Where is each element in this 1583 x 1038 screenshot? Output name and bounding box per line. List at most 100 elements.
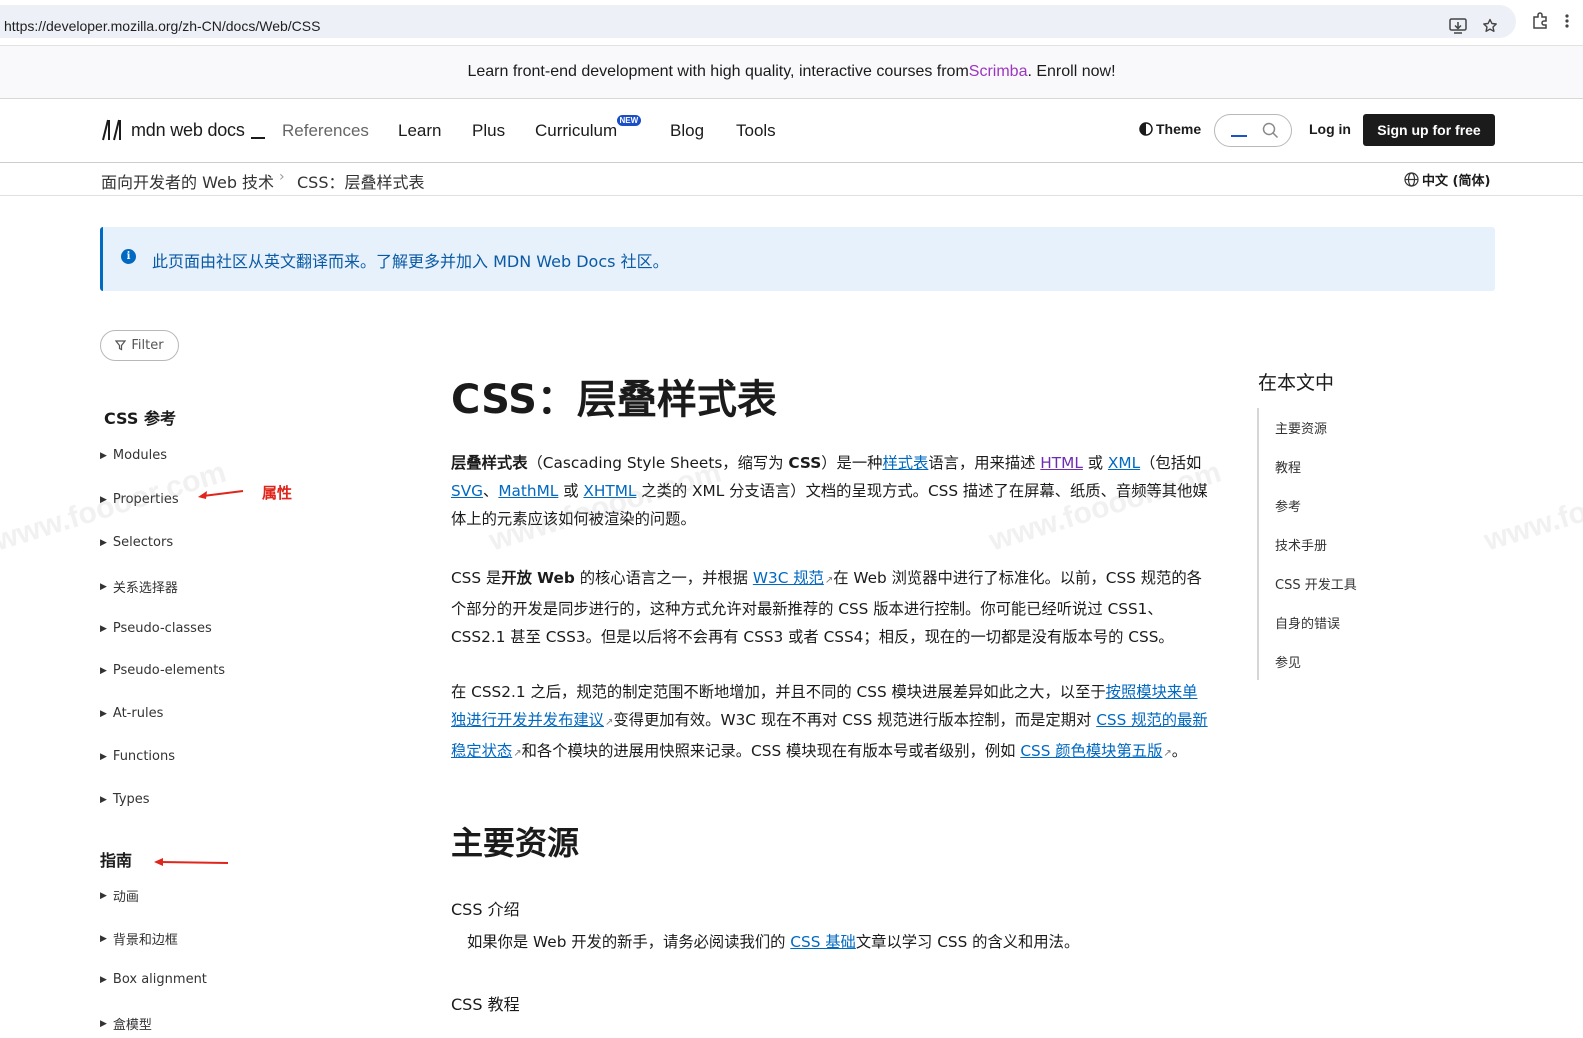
sidebar-item-label: Box alignment [112, 972, 207, 987]
language-switcher[interactable]: 中文 (简体) [1404, 170, 1490, 189]
sidebar-item[interactable]: ▶ Properties [100, 492, 179, 507]
language-label: 中文 (简体) [1422, 174, 1491, 189]
expand-triangle-icon: ▶ [100, 450, 107, 461]
article-paragraph-1: 层叠样式表（Cascading Style Sheets，缩写为 CSS）是一种… [451, 454, 1208, 528]
page-title: CSS：层叠样式表 [451, 377, 777, 423]
expand-triangle-icon: ▶ [100, 623, 107, 634]
article-paragraph-2: CSS 是开放 Web 的核心语言之一，并根据 W3C 规范↗在 Web 浏览器… [451, 569, 1202, 646]
sidebar-section-guides: 指南 [100, 851, 133, 870]
breadcrumb-item-css[interactable]: CSS：层叠样式表 [297, 169, 425, 193]
link-mathml[interactable]: MathML [498, 482, 558, 500]
sidebar-filter-button[interactable]: Filter [100, 330, 179, 361]
nav-curriculum-label: Curriculum [535, 121, 618, 140]
more-icon[interactable] [1562, 11, 1572, 31]
breadcrumb-item-web[interactable]: 面向开发者的 Web 技术 [101, 169, 274, 193]
sidebar-item[interactable]: ▶ 盒模型 [100, 1014, 152, 1033]
logo-text: mdn web docs [131, 119, 245, 140]
toc-item[interactable]: 教程 [1275, 457, 1301, 476]
expand-triangle-icon: ▶ [100, 751, 107, 762]
expand-triangle-icon: ▶ [100, 1018, 107, 1029]
translation-notice: i 此页面由社区从英文翻译而来。了解更多并加入 MDN Web Docs 社区。 [100, 227, 1495, 291]
resource-description-intro: 如果你是 Web 开发的新手，请务必阅读我们的 CSS 基础文章以学习 CSS … [467, 933, 1080, 951]
expand-triangle-icon: ▶ [100, 974, 107, 985]
sidebar-item[interactable]: ▶ Modules [100, 448, 167, 463]
toc-item[interactable]: 主要资源 [1275, 418, 1327, 437]
browser-toolbar: https://developer.mozilla.org/zh-CN/docs… [0, 0, 1583, 45]
logo-cursor [250, 137, 265, 139]
resource-term-intro: CSS 介绍 [451, 900, 520, 919]
mdn-logo[interactable]: mdn web docs [101, 119, 265, 141]
sidebar-item-label: Functions [112, 749, 175, 764]
sidebar-item-label: 关系选择器 [112, 581, 178, 596]
top-navigation: mdn web docs References Learn Plus Curri… [0, 99, 1583, 163]
extensions-icon[interactable] [1530, 11, 1550, 31]
nav-curriculum[interactable]: Curriculum NEW [535, 115, 642, 141]
link-html[interactable]: HTML [1040, 454, 1083, 472]
toc-item[interactable]: CSS 开发工具 [1275, 574, 1357, 593]
expand-triangle-icon: ▶ [100, 537, 107, 548]
sidebar-item-label: 背景和边框 [112, 933, 178, 948]
external-link-icon: ↗ [824, 575, 834, 586]
theme-icon [1139, 122, 1153, 136]
new-badge: NEW [616, 115, 642, 126]
nav-references[interactable]: References [282, 121, 369, 141]
sidebar-item-label: Pseudo-elements [112, 663, 226, 678]
search-cursor [1231, 135, 1247, 137]
toc-item[interactable]: 参考 [1275, 496, 1301, 515]
expand-triangle-icon: ▶ [100, 494, 107, 505]
section-heading-key-resources: 主要资源 [451, 824, 580, 862]
theme-label: Theme [1156, 121, 1202, 137]
link-css-basics[interactable]: CSS 基础 [790, 933, 856, 951]
expand-triangle-icon: ▶ [100, 708, 107, 719]
filter-icon [115, 340, 127, 351]
sidebar-item-label: Types [112, 792, 150, 807]
link-css-color-5[interactable]: CSS 颜色模块第五版 [1020, 742, 1162, 760]
bookmark-star-icon[interactable] [1480, 16, 1500, 36]
sidebar-item[interactable]: ▶ At-rules [100, 706, 163, 721]
link-xhtml[interactable]: XHTML [583, 482, 636, 500]
globe-icon [1404, 172, 1419, 187]
sidebar-item-label: Properties [112, 492, 179, 507]
nav-learn[interactable]: Learn [398, 121, 441, 141]
promo-banner: Learn front-end development with high qu… [0, 45, 1583, 99]
mdn-logo-icon [102, 119, 121, 141]
install-app-icon[interactable] [1448, 16, 1468, 36]
sidebar-item-label: Selectors [112, 535, 174, 550]
toc-item[interactable]: 技术手册 [1275, 535, 1327, 554]
sidebar-item[interactable]: ▶ Functions [100, 749, 175, 764]
sidebar-item[interactable]: ▶ Selectors [100, 535, 173, 550]
nav-tools[interactable]: Tools [736, 121, 776, 141]
theme-toggle[interactable]: Theme [1139, 121, 1201, 137]
article-paragraph-3: 在 CSS2.1 之后，规范的制定范围不断地增加，并且不同的 CSS 模块进展差… [451, 683, 1208, 760]
search-input[interactable] [1214, 114, 1292, 147]
link-stylesheet[interactable]: 样式表 [882, 454, 928, 472]
nav-plus[interactable]: Plus [472, 121, 505, 141]
signup-button[interactable]: Sign up for free [1363, 114, 1495, 146]
sidebar-item[interactable]: ▶ Pseudo-elements [100, 663, 225, 678]
info-icon: i [121, 249, 136, 264]
sidebar-item[interactable]: ▶ Types [100, 792, 150, 807]
link-svg[interactable]: SVG [451, 482, 483, 500]
sidebar-item[interactable]: ▶ Pseudo-classes [100, 621, 212, 636]
link-xml[interactable]: XML [1108, 454, 1140, 472]
sidebar-item[interactable]: ▶ Box alignment [100, 972, 207, 987]
promo-brand-link[interactable]: Scrimba [969, 63, 1028, 81]
watermark: www.foooor.com [1480, 455, 1583, 558]
url-text[interactable]: https://developer.mozilla.org/zh-CN/docs… [4, 18, 320, 34]
annotation-arrow-guides [154, 858, 229, 866]
promo-text-before: Learn front-end development with high qu… [467, 63, 969, 80]
sidebar-item-label: 盒模型 [112, 1018, 152, 1033]
login-link[interactable]: Log in [1309, 121, 1351, 137]
toc-item[interactable]: 自身的错误 [1275, 613, 1340, 632]
nav-blog[interactable]: Blog [670, 121, 704, 141]
toc-item[interactable]: 参见 [1275, 652, 1301, 671]
notice-text[interactable]: 此页面由社区从英文翻译而来。了解更多并加入 MDN Web Docs 社区。 [152, 248, 669, 272]
sidebar-item[interactable]: ▶ 背景和边框 [100, 929, 178, 948]
sidebar-item-label: At-rules [112, 706, 164, 721]
annotation-arrow-properties [198, 490, 244, 499]
search-icon[interactable] [1262, 122, 1279, 139]
sidebar-item[interactable]: ▶ 动画 [100, 886, 139, 905]
address-bar[interactable]: https://developer.mozilla.org/zh-CN/docs… [0, 5, 1516, 38]
link-w3c-spec[interactable]: W3C 规范 [753, 569, 824, 587]
sidebar-item[interactable]: ▶ 关系选择器 [100, 577, 178, 596]
